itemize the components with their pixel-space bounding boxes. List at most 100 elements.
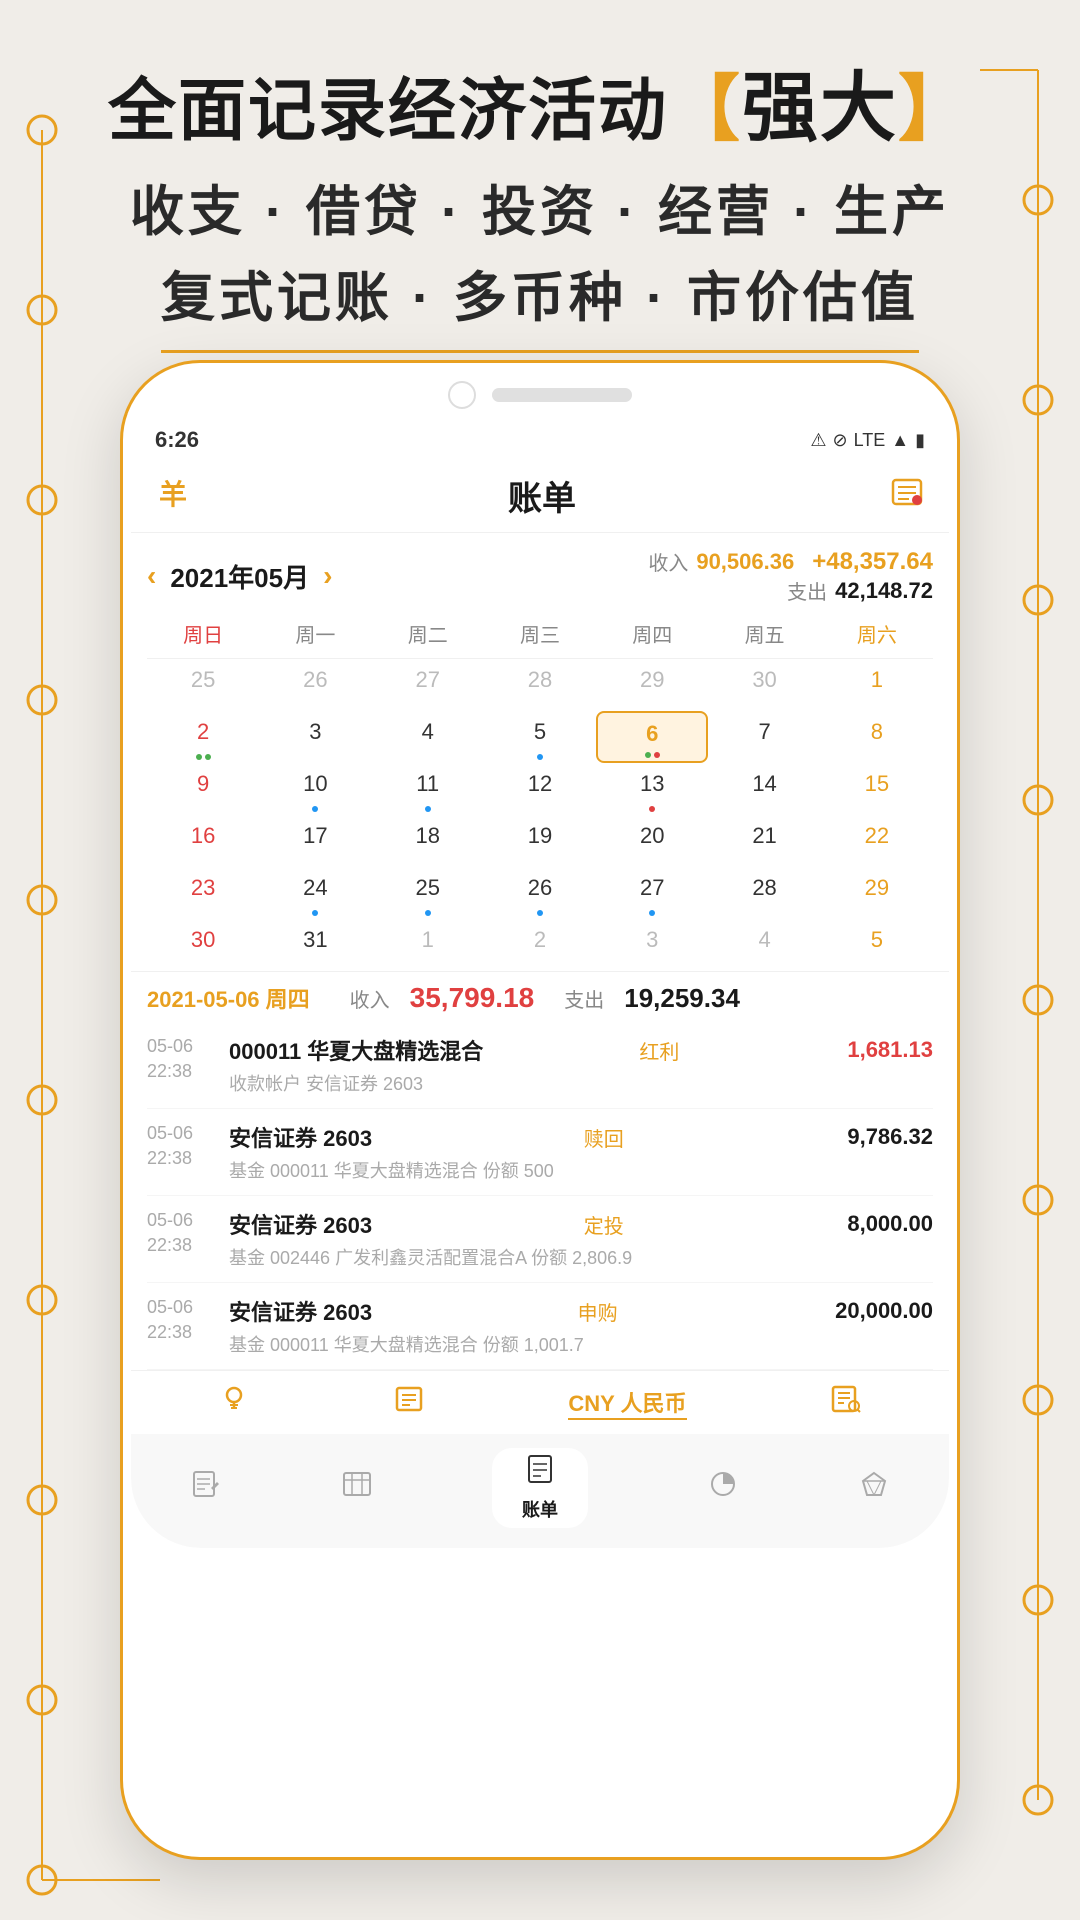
cal-day-18[interactable]: 18	[372, 815, 484, 867]
cal-day-26[interactable]: 26	[484, 867, 596, 919]
weekday-sat: 周六	[821, 615, 933, 652]
battery-icon: ▮	[915, 430, 925, 451]
currency-selector[interactable]: CNY 人民币	[568, 1386, 686, 1420]
cal-day-24[interactable]: 24	[259, 867, 371, 919]
tx-type-4: 申购	[578, 1297, 618, 1326]
weekday-sun: 周日	[147, 615, 259, 652]
cal-day-27[interactable]: 27	[596, 867, 708, 919]
cal-day-15[interactable]: 15	[821, 763, 933, 815]
cal-day-29-prev[interactable]: 29	[596, 659, 708, 711]
search-icon-toolbar[interactable]	[830, 1383, 862, 1422]
cal-day-28[interactable]: 28	[708, 867, 820, 919]
app-logo: 羊	[155, 472, 195, 520]
phone-speaker	[492, 388, 632, 402]
cal-day-16[interactable]: 16	[147, 815, 259, 867]
chart-nav-icon	[708, 1469, 738, 1507]
edit-nav-icon	[191, 1469, 221, 1507]
cal-day-31[interactable]: 31	[259, 919, 371, 971]
tx-amount-2: 9,786.32	[847, 1124, 933, 1150]
calendar-header: 周日 周一 周二 周三 周四 周五 周六	[147, 615, 933, 659]
cal-day-23[interactable]: 23	[147, 867, 259, 919]
cal-day-28-prev[interactable]: 28	[484, 659, 596, 711]
cal-day-8[interactable]: 8	[821, 711, 933, 763]
cal-day-17[interactable]: 17	[259, 815, 371, 867]
tx-sub-2: 基金 000011 华夏大盘精选混合 份额 500	[229, 1157, 933, 1183]
hero-section: 全面记录经济活动【强大】 收支 · 借贷 · 投资 · 经营 · 生产 复式记账…	[0, 60, 1080, 353]
cal-day-22[interactable]: 22	[821, 815, 933, 867]
tx-details-2: 安信证券 2603 赎回 9,786.32 基金 000011 华夏大盘精选混合…	[229, 1121, 933, 1183]
hero-bracket-close: 】	[898, 70, 972, 150]
tx-details-3: 安信证券 2603 定投 8,000.00 基金 002446 广发利鑫灵活配置…	[229, 1208, 933, 1270]
nav-diamond[interactable]	[859, 1469, 889, 1507]
tx-sub-4: 基金 000011 华夏大盘精选混合 份额 1,001.7	[229, 1331, 933, 1357]
weekday-thu: 周四	[596, 615, 708, 652]
cal-day-21[interactable]: 21	[708, 815, 820, 867]
tx-time-1: 05-0622:38	[147, 1034, 217, 1084]
cal-day-25-prev[interactable]: 25	[147, 659, 259, 711]
tx-item-3[interactable]: 05-0622:38 安信证券 2603 定投 8,000.00 基金 0024…	[147, 1196, 933, 1283]
lightbulb-icon[interactable]	[218, 1383, 250, 1422]
app-screen: 6:26 ⚠ ⊘ LTE ▲ ▮ 羊 账单	[131, 419, 949, 1548]
hero-strong-text: 强大	[742, 66, 898, 151]
status-icons: ⚠ ⊘ LTE ▲ ▮	[810, 430, 925, 451]
cal-day-19[interactable]: 19	[484, 815, 596, 867]
cal-day-1[interactable]: 1	[821, 659, 933, 711]
nav-edit[interactable]	[191, 1469, 221, 1507]
cal-day-12[interactable]: 12	[484, 763, 596, 815]
tx-name-1: 000011 华夏大盘精选混合	[229, 1034, 483, 1066]
cal-day-27-prev[interactable]: 27	[372, 659, 484, 711]
cal-day-25[interactable]: 25	[372, 867, 484, 919]
cal-day-3[interactable]: 3	[259, 711, 371, 763]
tx-item-1[interactable]: 05-0622:38 000011 华夏大盘精选混合 红利 1,681.13 收…	[147, 1022, 933, 1109]
weekday-wed: 周三	[484, 615, 596, 652]
cal-day-5[interactable]: 5	[484, 711, 596, 763]
cal-day-20[interactable]: 20	[596, 815, 708, 867]
status-bar: 6:26 ⚠ ⊘ LTE ▲ ▮	[131, 419, 949, 461]
cal-day-4[interactable]: 4	[372, 711, 484, 763]
cal-day-11[interactable]: 11	[372, 763, 484, 815]
cal-day-2-next[interactable]: 2	[484, 919, 596, 971]
phone-notch	[123, 363, 957, 419]
cal-day-13[interactable]: 13	[596, 763, 708, 815]
nav-chart[interactable]	[708, 1469, 738, 1507]
cal-day-26-prev[interactable]: 26	[259, 659, 371, 711]
month-label: 2021年05月	[170, 558, 309, 595]
tx-name-2: 安信证券 2603	[229, 1121, 372, 1153]
tx-item-2[interactable]: 05-0622:38 安信证券 2603 赎回 9,786.32 基金 0000…	[147, 1109, 933, 1196]
cal-day-2[interactable]: 2	[147, 711, 259, 763]
tx-type-1: 红利	[639, 1036, 679, 1065]
tx-item-4[interactable]: 05-0622:38 安信证券 2603 申购 20,000.00 基金 000…	[147, 1283, 933, 1370]
app-header: 羊 账单	[131, 461, 949, 533]
nav-table[interactable]	[342, 1469, 372, 1507]
weekday-tue: 周二	[372, 615, 484, 652]
cal-day-9[interactable]: 9	[147, 763, 259, 815]
daily-summary: 2021-05-06 周四 收入 35,799.18 支出 19,259.34	[131, 971, 949, 1022]
diamond-nav-icon	[859, 1469, 889, 1507]
tx-name-4: 安信证券 2603	[229, 1295, 372, 1327]
list-icon-toolbar[interactable]	[393, 1383, 425, 1422]
cal-day-4-next[interactable]: 4	[708, 919, 820, 971]
cal-day-7[interactable]: 7	[708, 711, 820, 763]
prev-month-btn[interactable]: ‹	[147, 560, 156, 592]
cal-day-1-next[interactable]: 1	[372, 919, 484, 971]
app-title: 账单	[508, 471, 576, 520]
weekday-fri: 周五	[708, 615, 820, 652]
tx-time-3: 05-0622:38	[147, 1208, 217, 1258]
cal-day-29[interactable]: 29	[821, 867, 933, 919]
calendar-area: ‹ 2021年05月 › 收入 90,506.36 +48,357.64 支出 …	[131, 533, 949, 971]
cal-day-30-prev[interactable]: 30	[708, 659, 820, 711]
network-label: LTE	[854, 430, 886, 451]
cal-day-5-next[interactable]: 5	[821, 919, 933, 971]
tx-type-2: 赎回	[584, 1123, 624, 1152]
nav-bill[interactable]: 账单	[492, 1448, 588, 1528]
cal-day-14[interactable]: 14	[708, 763, 820, 815]
cal-day-3-next[interactable]: 3	[596, 919, 708, 971]
cal-day-30[interactable]: 30	[147, 919, 259, 971]
hero-bracket-open: 【	[668, 70, 742, 150]
calendar-grid: 25 26 27 28 29 30 1 2 3 4 5 6	[147, 659, 933, 971]
cal-day-10[interactable]: 10	[259, 763, 371, 815]
cal-day-6-today[interactable]: 6	[596, 711, 708, 763]
bill-nav-icon	[525, 1454, 555, 1492]
edit-icon-btn[interactable]	[889, 474, 925, 517]
next-month-btn[interactable]: ›	[323, 560, 332, 592]
